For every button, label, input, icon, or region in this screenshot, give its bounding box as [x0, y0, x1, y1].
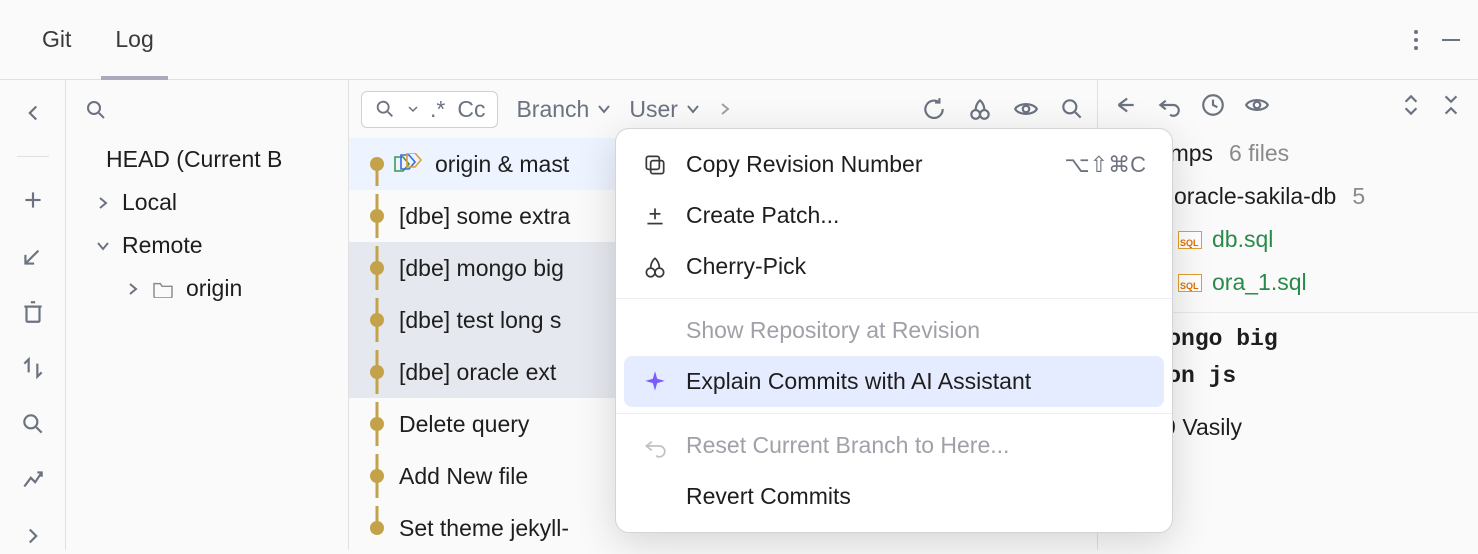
options-icon[interactable] [1414, 30, 1418, 50]
regex-label: .* [430, 96, 445, 123]
menu-label: Show Repository at Revision [686, 317, 980, 344]
filter-user[interactable]: User [629, 96, 700, 123]
patch-icon [642, 203, 668, 229]
menu-explain-ai[interactable]: Explain Commits with AI Assistant [624, 356, 1164, 407]
tab-log[interactable]: Log [93, 0, 175, 79]
trash-icon[interactable] [20, 299, 46, 325]
chevron-right-icon [126, 282, 140, 296]
matchcase-label: Cc [457, 96, 485, 123]
prev-diff-icon[interactable] [1112, 92, 1138, 118]
chevron-right-icon [96, 196, 110, 210]
chevron-down-icon [408, 104, 418, 114]
file-count: 5 [1352, 183, 1365, 210]
copy-icon [642, 152, 668, 178]
graph-node [361, 200, 393, 232]
branch-remote[interactable]: Remote [66, 224, 348, 267]
commits-search[interactable]: .* Cc [361, 91, 498, 128]
menu-create-patch[interactable]: Create Patch... [616, 190, 1172, 241]
plus-icon[interactable] [20, 187, 46, 213]
tool-window-tabbar: Git Log [0, 0, 1478, 80]
branches-panel: HEAD (Current B Local Remote origin [66, 80, 349, 550]
detail-toolbar [1098, 92, 1478, 128]
commit-label: Add New file [399, 463, 528, 490]
menu-revert-commits[interactable]: Revert Commits [616, 471, 1172, 522]
filter-user-label: User [629, 96, 678, 123]
menu-label: Cherry-Pick [686, 253, 806, 280]
graph-node [361, 304, 393, 336]
left-toolbar [0, 80, 66, 550]
graph-node [361, 408, 393, 440]
tab-git[interactable]: Git [20, 0, 93, 79]
menu-label: Copy Revision Number [686, 151, 922, 178]
search-icon [374, 98, 396, 120]
commit-context-menu: Copy Revision Number ⌥⇧⌘C Create Patch..… [615, 128, 1173, 533]
sort-icon[interactable] [20, 355, 46, 381]
file-count: 6 files [1229, 140, 1289, 167]
expand-icon[interactable] [1398, 92, 1424, 118]
history-icon[interactable] [1200, 92, 1226, 118]
search-icon[interactable] [1059, 96, 1085, 122]
graph-node [361, 356, 393, 388]
file-label: ora_1.sql [1212, 269, 1307, 296]
commit-label: [dbe] test long s [399, 307, 561, 334]
chevron-down-icon [686, 102, 700, 116]
branch-origin[interactable]: origin [66, 267, 348, 310]
graph-node [361, 512, 393, 544]
eye-icon[interactable] [1013, 96, 1039, 122]
folder-icon [152, 280, 174, 298]
graph-node [361, 460, 393, 492]
branch-local-label: Local [122, 189, 177, 216]
folder-label: oracle-sakila-db [1174, 183, 1336, 210]
chevron-right-icon[interactable] [718, 102, 732, 116]
menu-reset-branch: Reset Current Branch to Here... [616, 420, 1172, 471]
branch-head-label: HEAD (Current B [106, 146, 282, 173]
menu-separator [616, 413, 1172, 414]
graph-node [361, 148, 393, 180]
menu-copy-revision[interactable]: Copy Revision Number ⌥⇧⌘C [616, 139, 1172, 190]
filter-branch-label: Branch [516, 96, 589, 123]
tags-icon [393, 153, 423, 175]
undo-icon[interactable] [1156, 92, 1182, 118]
collapse-icon[interactable] [1438, 92, 1464, 118]
menu-label: Create Patch... [686, 202, 839, 229]
undo-icon [642, 433, 668, 459]
divider [17, 156, 49, 157]
commit-label: origin & mast [435, 151, 569, 178]
eye-icon[interactable] [1244, 92, 1270, 118]
branch-remote-label: Remote [122, 232, 203, 259]
branch-origin-label: origin [186, 275, 242, 302]
incoming-icon[interactable] [20, 243, 46, 269]
chevron-right-icon[interactable] [20, 523, 46, 549]
commit-label: Delete query [399, 411, 529, 438]
commit-label: [dbe] oracle ext [399, 359, 556, 386]
file-label: db.sql [1212, 226, 1273, 253]
graph-icon[interactable] [20, 467, 46, 493]
cherry-pick-icon[interactable] [967, 96, 993, 122]
menu-shortcut: ⌥⇧⌘C [1064, 152, 1146, 178]
menu-cherry-pick[interactable]: Cherry-Pick [616, 241, 1172, 292]
chevron-down-icon [597, 102, 611, 116]
menu-show-repo: Show Repository at Revision [616, 305, 1172, 356]
minimize-icon[interactable] [1442, 39, 1460, 41]
commit-label: [dbe] mongo big [399, 255, 564, 282]
branch-head[interactable]: HEAD (Current B [66, 138, 348, 181]
chevron-left-icon[interactable] [20, 100, 46, 126]
sql-file-icon: SQL [1178, 231, 1202, 249]
menu-separator [616, 298, 1172, 299]
graph-node [361, 252, 393, 284]
sparkle-icon [642, 369, 668, 395]
search-icon[interactable] [20, 411, 46, 437]
menu-label: Explain Commits with AI Assistant [686, 368, 1031, 395]
chevron-down-icon [96, 239, 110, 253]
branch-local[interactable]: Local [66, 181, 348, 224]
commit-label: Set theme jekyll- [399, 515, 569, 542]
branches-search[interactable] [66, 92, 348, 138]
menu-label: Reset Current Branch to Here... [686, 432, 1009, 459]
commit-label: [dbe] some extra [399, 203, 570, 230]
cherry-pick-icon [642, 254, 668, 280]
refresh-icon[interactable] [921, 96, 947, 122]
filter-branch[interactable]: Branch [516, 96, 611, 123]
sql-file-icon: SQL [1178, 274, 1202, 292]
menu-label: Revert Commits [686, 483, 851, 510]
